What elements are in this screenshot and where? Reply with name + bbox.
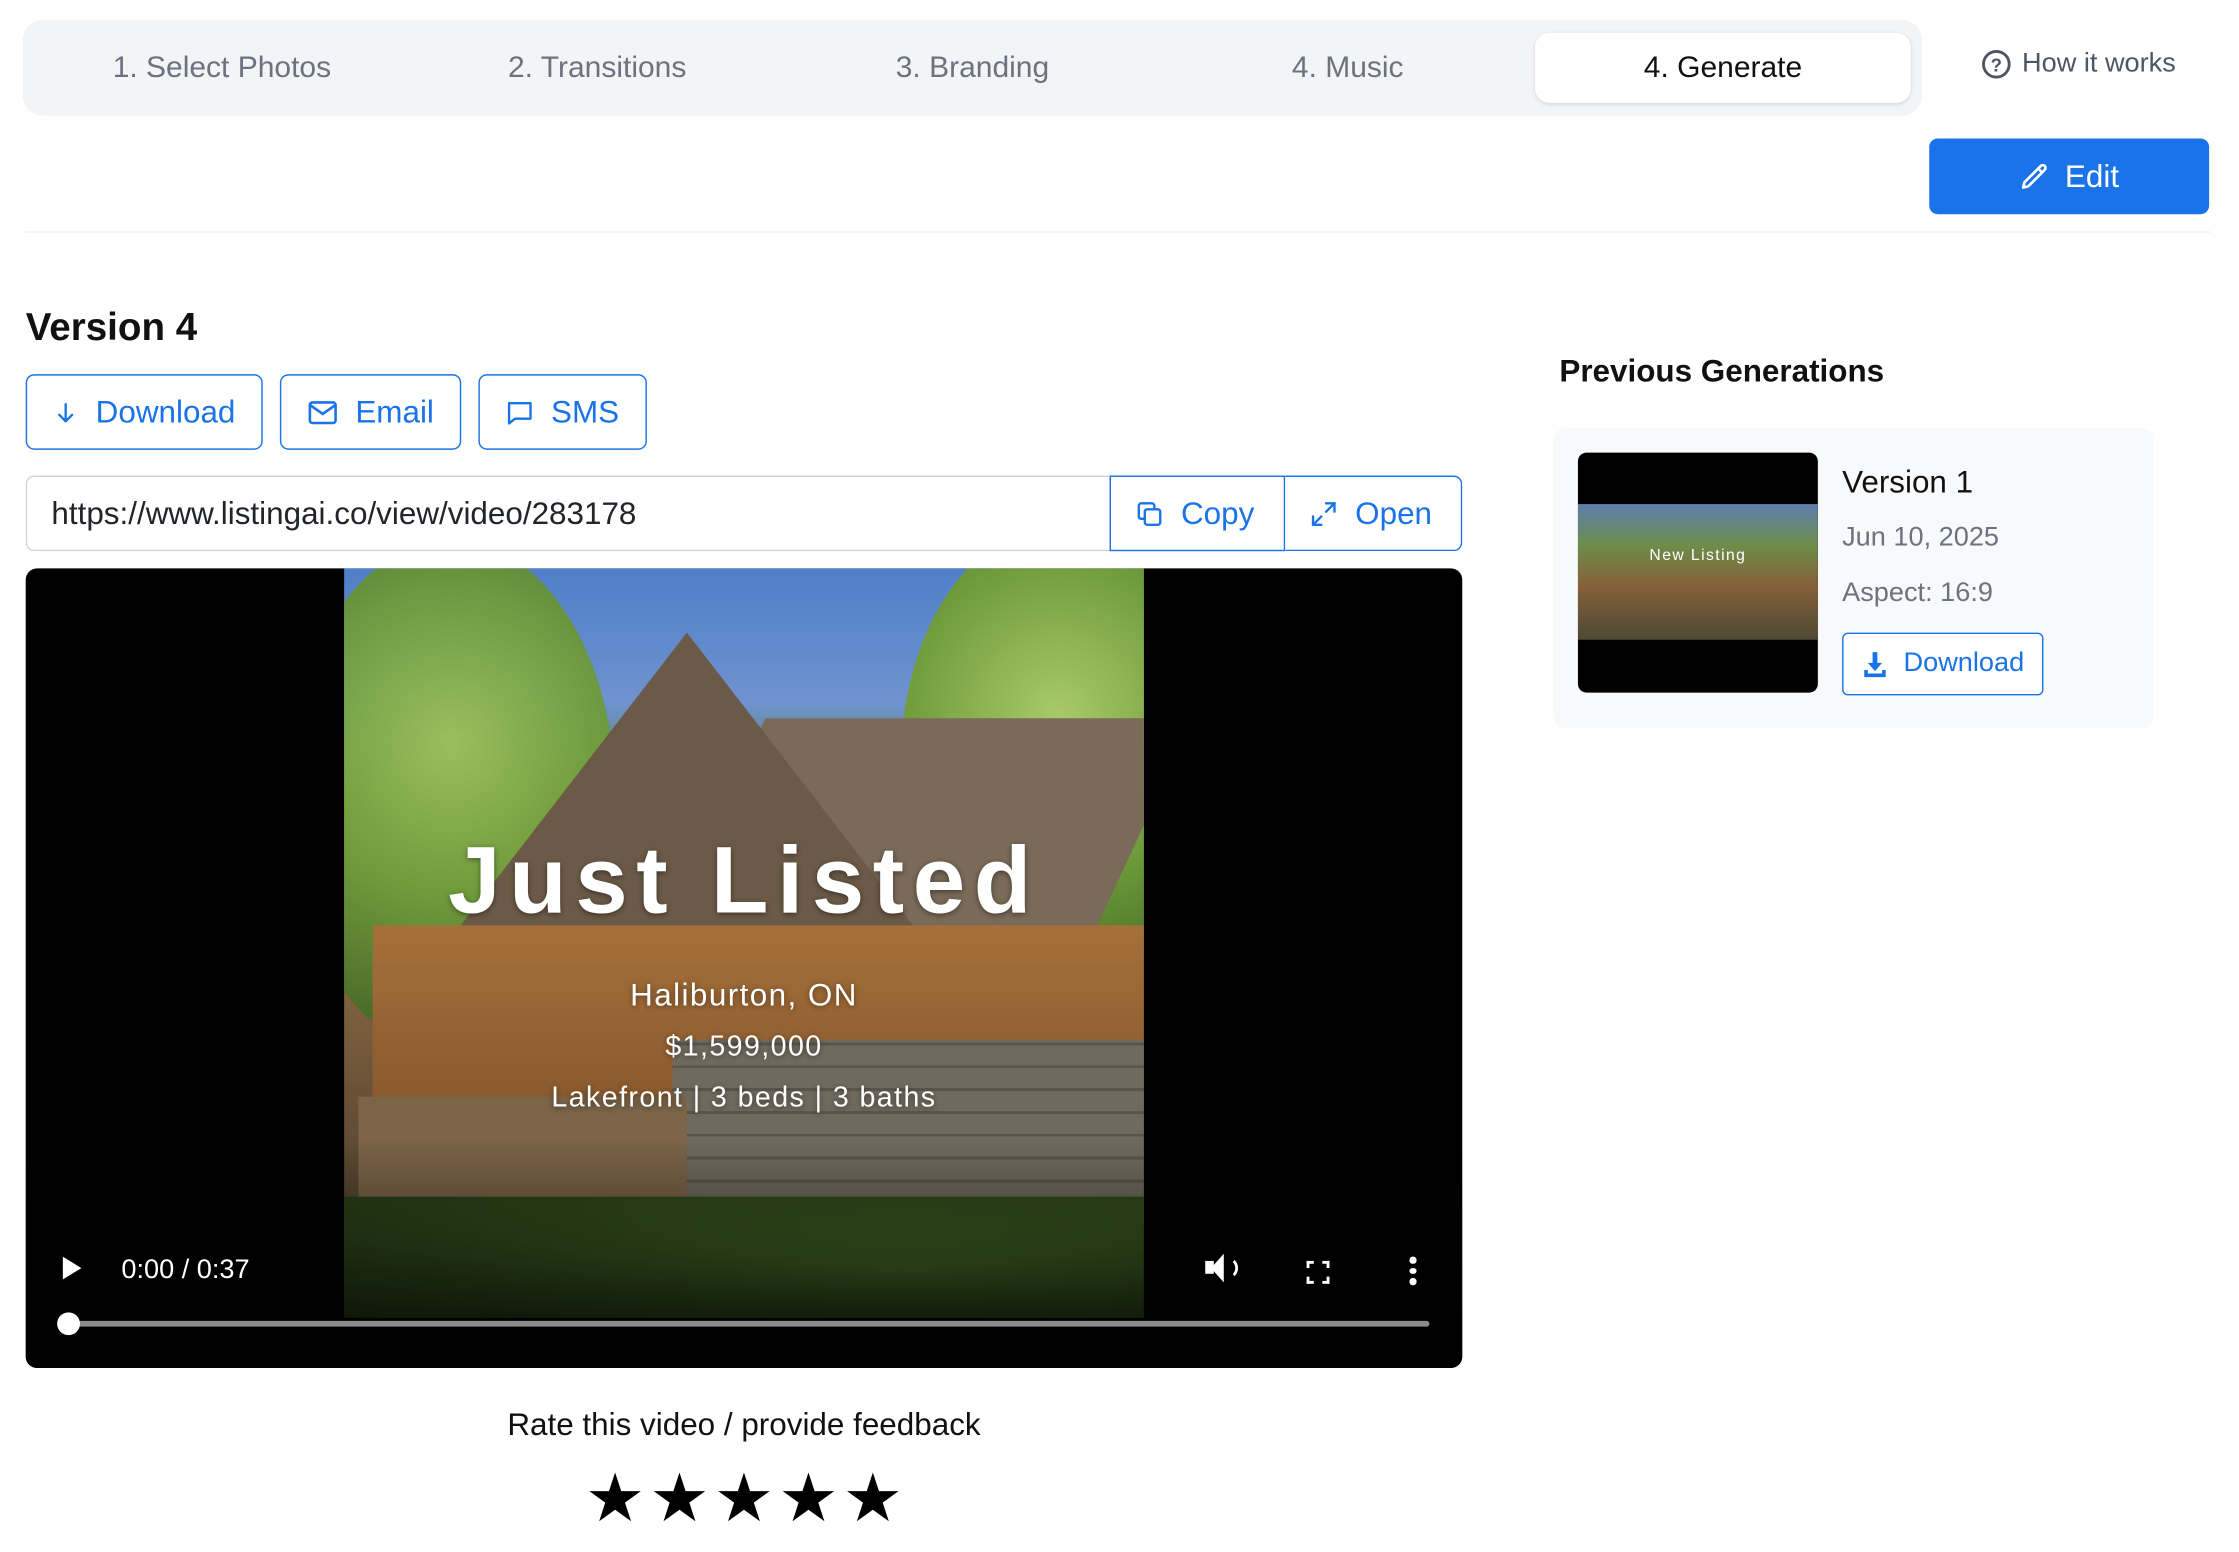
header-divider: [25, 231, 2211, 233]
edit-label: Edit: [2064, 157, 2120, 194]
play-icon[interactable]: [62, 1256, 82, 1280]
star-icon[interactable]: ★: [714, 1464, 774, 1531]
wizard-stepper: 1. Select Photos 2. Transitions 3. Brand…: [22, 19, 1923, 116]
step-select-photos[interactable]: 1. Select Photos: [34, 33, 409, 103]
how-it-works-label: How it works: [2022, 48, 2176, 79]
question-circle-icon: ?: [1982, 49, 2011, 79]
copy-label: Copy: [1180, 494, 1255, 531]
seek-thumb[interactable]: [57, 1312, 80, 1336]
generation-date: Jun 10, 2025: [1842, 522, 2000, 553]
sms-label: SMS: [551, 393, 620, 430]
star-icon[interactable]: ★: [843, 1464, 903, 1531]
star-rating: ★ ★ ★ ★ ★: [26, 1464, 1463, 1531]
email-label: Email: [355, 393, 434, 430]
share-url-field[interactable]: https://www.listingai.co/view/video/2831…: [25, 475, 1110, 552]
open-button[interactable]: Open: [1285, 475, 1463, 552]
step-transitions[interactable]: 2. Transitions: [410, 33, 785, 103]
generation-download-label: Download: [1903, 648, 2025, 679]
arrow-down-icon: [58, 402, 74, 422]
thumbnail-text: New Listing: [1649, 546, 1747, 565]
edit-button[interactable]: Edit: [1929, 138, 2210, 215]
generation-name: Version 1: [1842, 464, 1974, 500]
open-label: Open: [1355, 494, 1433, 531]
star-icon[interactable]: ★: [649, 1464, 709, 1531]
pencil-icon: [2021, 163, 2047, 189]
generation-aspect: Aspect: 16:9: [1842, 578, 1993, 609]
download-button[interactable]: Download: [25, 374, 263, 450]
video-player[interactable]: Just Listed Haliburton, ON $1,599,000 La…: [25, 568, 1463, 1369]
more-options-icon[interactable]: [1409, 1256, 1418, 1289]
generation-thumbnail[interactable]: New Listing: [1577, 452, 1818, 693]
thumbnail-image: New Listing: [1577, 504, 1818, 640]
download-tray-icon: [1864, 652, 1886, 678]
how-it-works-link[interactable]: ? How it works: [1982, 49, 2176, 80]
share-url-row: https://www.listingai.co/view/video/2831…: [25, 475, 1463, 552]
share-actions: Download Email SMS: [25, 374, 647, 450]
version-title: Version 4: [25, 305, 198, 349]
generation-card: New Listing Version 1 Jun 10, 2025 Aspec…: [1553, 428, 2154, 729]
seek-bar[interactable]: [68, 1320, 1430, 1327]
star-icon[interactable]: ★: [585, 1464, 645, 1531]
copy-icon: [1137, 501, 1162, 526]
envelope-icon: [308, 400, 337, 424]
video-overlay-title: Just Listed: [448, 826, 1040, 933]
controls-gradient: [25, 1139, 1463, 1369]
step-branding[interactable]: 3. Branding: [785, 33, 1160, 103]
expand-arrows-icon: [1311, 501, 1336, 526]
feedback-prompt: Rate this video / provide feedback: [507, 1406, 981, 1443]
chat-bubble-icon: [507, 401, 532, 424]
step-music[interactable]: 4. Music: [1160, 33, 1535, 103]
step-generate[interactable]: 4. Generate: [1535, 32, 1911, 103]
sms-button[interactable]: SMS: [478, 374, 647, 450]
page-root: 1. Select Photos 2. Transitions 3. Brand…: [0, 0, 2239, 1552]
star-icon[interactable]: ★: [778, 1464, 838, 1531]
generation-download-button[interactable]: Download: [1842, 632, 2043, 696]
time-display: 0:00 / 0:37: [121, 1255, 250, 1286]
fullscreen-icon[interactable]: [1306, 1260, 1330, 1284]
download-label: Download: [95, 393, 236, 430]
previous-generations-title: Previous Generations: [1559, 352, 1885, 389]
video-overlay-price: $1,599,000: [665, 1031, 823, 1063]
video-overlay-location: Haliburton, ON: [630, 976, 858, 1013]
email-button[interactable]: Email: [279, 374, 462, 450]
video-overlay-details: Lakefront | 3 beds | 3 baths: [551, 1082, 937, 1114]
copy-button[interactable]: Copy: [1109, 475, 1286, 552]
